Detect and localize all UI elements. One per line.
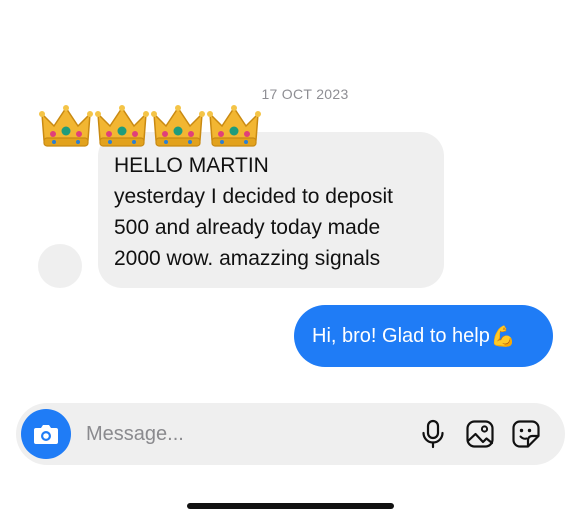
sender-avatar[interactable]	[38, 244, 82, 288]
outgoing-message-text: Hi, bro! Glad to help	[312, 324, 490, 347]
flexed-biceps-emoji: 💪	[490, 325, 516, 348]
sticker-icon[interactable]	[510, 418, 542, 450]
crown-icon	[151, 105, 205, 147]
camera-button[interactable]	[21, 409, 71, 459]
incoming-message-bubble[interactable]: HELLO MARTIN yesterday I decided to depo…	[98, 132, 444, 288]
crown-icon	[95, 105, 149, 147]
message-line: HELLO MARTIN	[114, 154, 269, 177]
message-line: 500 and already today made	[114, 216, 381, 239]
crown-emoji-row	[38, 102, 262, 152]
camera-icon	[34, 425, 58, 444]
crown-icon	[39, 105, 93, 147]
crown-icon	[207, 105, 261, 147]
date-label: 17 OCT 2023	[261, 86, 349, 102]
message-line: 2000 wow. amazzing signals	[114, 247, 381, 270]
microphone-icon[interactable]	[417, 418, 449, 450]
gallery-icon[interactable]	[464, 418, 496, 450]
message-line: yesterday I decided to deposit	[114, 185, 394, 208]
message-input[interactable]	[86, 417, 386, 451]
home-indicator[interactable]	[187, 503, 394, 509]
outgoing-message-bubble[interactable]: Hi, bro! Glad to help 💪	[294, 305, 553, 367]
message-composer	[16, 403, 565, 465]
